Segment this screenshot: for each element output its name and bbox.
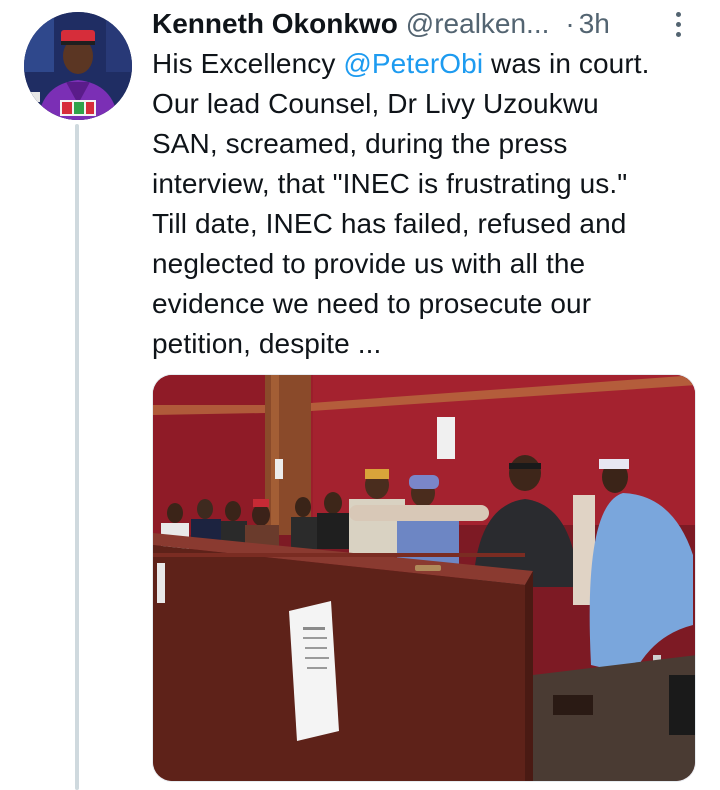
thread-line xyxy=(75,124,79,790)
text-segment: was in court. xyxy=(483,48,650,79)
mention-link[interactable]: @PeterObi xyxy=(343,48,483,79)
tweet-text-line: SAN, screamed, during the press xyxy=(152,128,568,159)
timestamp[interactable]: 3h xyxy=(579,6,610,42)
tweet-text-line: petition, despite ... xyxy=(152,328,382,359)
author-handle[interactable]: @realken... xyxy=(406,6,550,42)
courtroom-photo xyxy=(153,375,695,781)
separator-dot: · xyxy=(565,8,575,39)
tweet-text-line: His Excellency @PeterObi was in court. xyxy=(152,44,700,84)
tweet-text-line: neglected to provide us with all the xyxy=(152,248,586,279)
tweet-text: His Excellency @PeterObi was in court. O… xyxy=(152,44,700,364)
tweet-photo[interactable] xyxy=(152,374,696,782)
author-name[interactable]: Kenneth Okonkwo xyxy=(152,6,398,42)
text-segment: His Excellency xyxy=(152,48,344,79)
tweet-text-line: interview, that "INEC is frustrating us.… xyxy=(152,168,628,199)
avatar-image xyxy=(24,12,132,120)
tweet-text-line: Our lead Counsel, Dr Livy Uzoukwu xyxy=(152,88,599,119)
avatar[interactable] xyxy=(24,12,132,120)
tweet-text-line: evidence we need to prosecute our xyxy=(152,288,592,319)
tweet-header: Kenneth Okonkwo @realken... · 3h xyxy=(152,6,692,42)
tweet-text-line: Till date, INEC has failed, refused and xyxy=(152,208,627,239)
tweet[interactable]: Kenneth Okonkwo @realken... · 3h His Exc… xyxy=(0,0,720,790)
more-dots-icon[interactable] xyxy=(666,8,690,40)
